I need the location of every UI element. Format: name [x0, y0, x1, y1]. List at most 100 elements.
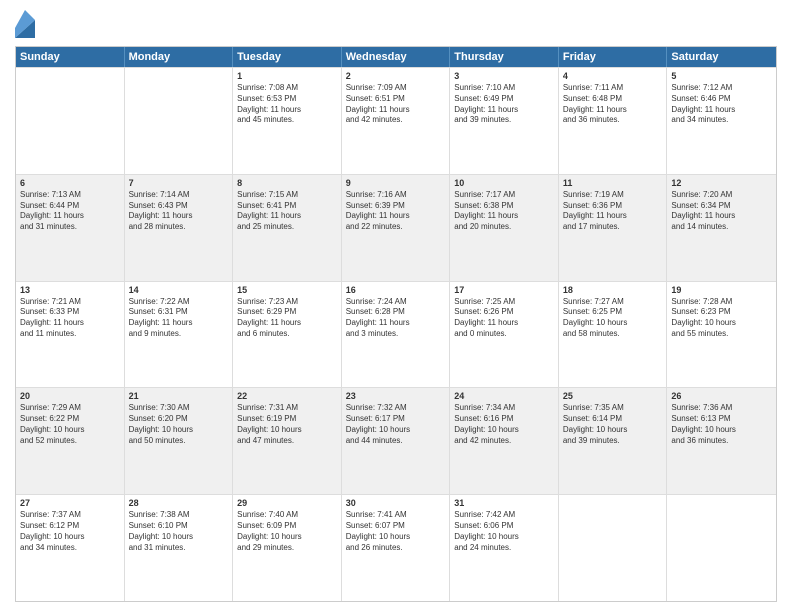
cell-day-info: Sunrise: 7:12 AM Sunset: 6:46 PM Dayligh… [671, 83, 772, 126]
calendar-cell: 16 Sunrise: 7:24 AM Sunset: 6:28 PM Dayli… [342, 282, 451, 388]
calendar-cell [16, 68, 125, 174]
cell-day-number: 12 [671, 178, 772, 188]
cell-day-number: 3 [454, 71, 554, 81]
calendar-row: 27 Sunrise: 7:37 AM Sunset: 6:12 PM Dayli… [16, 494, 776, 601]
calendar-header-cell: Friday [559, 47, 668, 67]
calendar-cell: 8Sunrise: 7:15 AM Sunset: 6:41 PM Daylig… [233, 175, 342, 281]
cell-day-info: Sunrise: 7:24 AM Sunset: 6:28 PM Dayligh… [346, 297, 446, 340]
cell-day-info: Sunrise: 7:34 AM Sunset: 6:16 PM Dayligh… [454, 403, 554, 446]
cell-day-info: Sunrise: 7:42 AM Sunset: 6:06 PM Dayligh… [454, 510, 554, 553]
cell-day-number: 15 [237, 285, 337, 295]
cell-day-info: Sunrise: 7:35 AM Sunset: 6:14 PM Dayligh… [563, 403, 663, 446]
calendar-header-cell: Wednesday [342, 47, 451, 67]
calendar-body: 1Sunrise: 7:08 AM Sunset: 6:53 PM Daylig… [16, 67, 776, 601]
calendar-header: SundayMondayTuesdayWednesdayThursdayFrid… [16, 47, 776, 67]
calendar-cell: 24 Sunrise: 7:34 AM Sunset: 6:16 PM Dayli… [450, 388, 559, 494]
cell-day-number: 6 [20, 178, 120, 188]
calendar-cell: 29 Sunrise: 7:40 AM Sunset: 6:09 PM Dayli… [233, 495, 342, 601]
calendar-cell: 22 Sunrise: 7:31 AM Sunset: 6:19 PM Dayli… [233, 388, 342, 494]
calendar-cell: 13Sunrise: 7:21 AM Sunset: 6:33 PM Dayli… [16, 282, 125, 388]
cell-day-info: Sunrise: 7:15 AM Sunset: 6:41 PM Dayligh… [237, 190, 337, 233]
cell-day-number: 19 [671, 285, 772, 295]
cell-day-number: 30 [346, 498, 446, 508]
cell-day-number: 14 [129, 285, 229, 295]
calendar-cell: 5 Sunrise: 7:12 AM Sunset: 6:46 PM Daylig… [667, 68, 776, 174]
calendar-cell: 26Sunrise: 7:36 AM Sunset: 6:13 PM Dayli… [667, 388, 776, 494]
cell-day-number: 9 [346, 178, 446, 188]
calendar-header-cell: Tuesday [233, 47, 342, 67]
calendar-cell: 3 Sunrise: 7:10 AM Sunset: 6:49 PM Daylig… [450, 68, 559, 174]
cell-day-number: 18 [563, 285, 663, 295]
cell-day-number: 27 [20, 498, 120, 508]
cell-day-number: 31 [454, 498, 554, 508]
calendar-row: 20Sunrise: 7:29 AM Sunset: 6:22 PM Dayli… [16, 387, 776, 494]
calendar-cell: 11 Sunrise: 7:19 AM Sunset: 6:36 PM Dayli… [559, 175, 668, 281]
calendar-row: 13Sunrise: 7:21 AM Sunset: 6:33 PM Dayli… [16, 281, 776, 388]
calendar: SundayMondayTuesdayWednesdayThursdayFrid… [15, 46, 777, 602]
cell-day-info: Sunrise: 7:21 AM Sunset: 6:33 PM Dayligh… [20, 297, 120, 340]
cell-day-info: Sunrise: 7:17 AM Sunset: 6:38 PM Dayligh… [454, 190, 554, 233]
cell-day-number: 28 [129, 498, 229, 508]
cell-day-number: 7 [129, 178, 229, 188]
calendar-header-cell: Thursday [450, 47, 559, 67]
cell-day-info: Sunrise: 7:16 AM Sunset: 6:39 PM Dayligh… [346, 190, 446, 233]
cell-day-info: Sunrise: 7:22 AM Sunset: 6:31 PM Dayligh… [129, 297, 229, 340]
calendar-cell: 14 Sunrise: 7:22 AM Sunset: 6:31 PM Dayli… [125, 282, 234, 388]
calendar-cell: 6 Sunrise: 7:13 AM Sunset: 6:44 PM Daylig… [16, 175, 125, 281]
calendar-cell: 2Sunrise: 7:09 AM Sunset: 6:51 PM Daylig… [342, 68, 451, 174]
logo [15, 10, 39, 38]
calendar-cell [125, 68, 234, 174]
cell-day-info: Sunrise: 7:27 AM Sunset: 6:25 PM Dayligh… [563, 297, 663, 340]
cell-day-number: 5 [671, 71, 772, 81]
calendar-cell: 20Sunrise: 7:29 AM Sunset: 6:22 PM Dayli… [16, 388, 125, 494]
cell-day-info: Sunrise: 7:10 AM Sunset: 6:49 PM Dayligh… [454, 83, 554, 126]
cell-day-info: Sunrise: 7:14 AM Sunset: 6:43 PM Dayligh… [129, 190, 229, 233]
cell-day-number: 10 [454, 178, 554, 188]
calendar-cell: 9 Sunrise: 7:16 AM Sunset: 6:39 PM Daylig… [342, 175, 451, 281]
calendar-cell: 15 Sunrise: 7:23 AM Sunset: 6:29 PM Dayli… [233, 282, 342, 388]
calendar-cell: 27 Sunrise: 7:37 AM Sunset: 6:12 PM Dayli… [16, 495, 125, 601]
logo-icon [15, 10, 35, 38]
cell-day-info: Sunrise: 7:37 AM Sunset: 6:12 PM Dayligh… [20, 510, 120, 553]
cell-day-info: Sunrise: 7:19 AM Sunset: 6:36 PM Dayligh… [563, 190, 663, 233]
cell-day-number: 16 [346, 285, 446, 295]
calendar-row: 1Sunrise: 7:08 AM Sunset: 6:53 PM Daylig… [16, 67, 776, 174]
calendar-cell: 4 Sunrise: 7:11 AM Sunset: 6:48 PM Daylig… [559, 68, 668, 174]
cell-day-info: Sunrise: 7:23 AM Sunset: 6:29 PM Dayligh… [237, 297, 337, 340]
cell-day-info: Sunrise: 7:11 AM Sunset: 6:48 PM Dayligh… [563, 83, 663, 126]
cell-day-number: 23 [346, 391, 446, 401]
cell-day-number: 4 [563, 71, 663, 81]
cell-day-number: 22 [237, 391, 337, 401]
cell-day-info: Sunrise: 7:13 AM Sunset: 6:44 PM Dayligh… [20, 190, 120, 233]
cell-day-number: 17 [454, 285, 554, 295]
cell-day-info: Sunrise: 7:25 AM Sunset: 6:26 PM Dayligh… [454, 297, 554, 340]
calendar-cell: 7 Sunrise: 7:14 AM Sunset: 6:43 PM Daylig… [125, 175, 234, 281]
cell-day-number: 25 [563, 391, 663, 401]
cell-day-info: Sunrise: 7:36 AM Sunset: 6:13 PM Dayligh… [671, 403, 772, 446]
cell-day-number: 29 [237, 498, 337, 508]
cell-day-number: 1 [237, 71, 337, 81]
cell-day-info: Sunrise: 7:20 AM Sunset: 6:34 PM Dayligh… [671, 190, 772, 233]
calendar-cell: 23 Sunrise: 7:32 AM Sunset: 6:17 PM Dayli… [342, 388, 451, 494]
cell-day-info: Sunrise: 7:32 AM Sunset: 6:17 PM Dayligh… [346, 403, 446, 446]
cell-day-number: 24 [454, 391, 554, 401]
cell-day-number: 11 [563, 178, 663, 188]
cell-day-info: Sunrise: 7:31 AM Sunset: 6:19 PM Dayligh… [237, 403, 337, 446]
cell-day-info: Sunrise: 7:09 AM Sunset: 6:51 PM Dayligh… [346, 83, 446, 126]
cell-day-number: 21 [129, 391, 229, 401]
cell-day-info: Sunrise: 7:38 AM Sunset: 6:10 PM Dayligh… [129, 510, 229, 553]
calendar-cell [559, 495, 668, 601]
calendar-cell: 30Sunrise: 7:41 AM Sunset: 6:07 PM Dayli… [342, 495, 451, 601]
calendar-cell: 28 Sunrise: 7:38 AM Sunset: 6:10 PM Dayli… [125, 495, 234, 601]
calendar-row: 6 Sunrise: 7:13 AM Sunset: 6:44 PM Daylig… [16, 174, 776, 281]
calendar-header-cell: Sunday [16, 47, 125, 67]
calendar-cell: 18 Sunrise: 7:27 AM Sunset: 6:25 PM Dayli… [559, 282, 668, 388]
cell-day-info: Sunrise: 7:28 AM Sunset: 6:23 PM Dayligh… [671, 297, 772, 340]
calendar-cell: 21 Sunrise: 7:30 AM Sunset: 6:20 PM Dayli… [125, 388, 234, 494]
cell-day-info: Sunrise: 7:40 AM Sunset: 6:09 PM Dayligh… [237, 510, 337, 553]
calendar-header-cell: Saturday [667, 47, 776, 67]
cell-day-info: Sunrise: 7:29 AM Sunset: 6:22 PM Dayligh… [20, 403, 120, 446]
calendar-cell: 1Sunrise: 7:08 AM Sunset: 6:53 PM Daylig… [233, 68, 342, 174]
calendar-cell: 10 Sunrise: 7:17 AM Sunset: 6:38 PM Dayli… [450, 175, 559, 281]
cell-day-info: Sunrise: 7:30 AM Sunset: 6:20 PM Dayligh… [129, 403, 229, 446]
